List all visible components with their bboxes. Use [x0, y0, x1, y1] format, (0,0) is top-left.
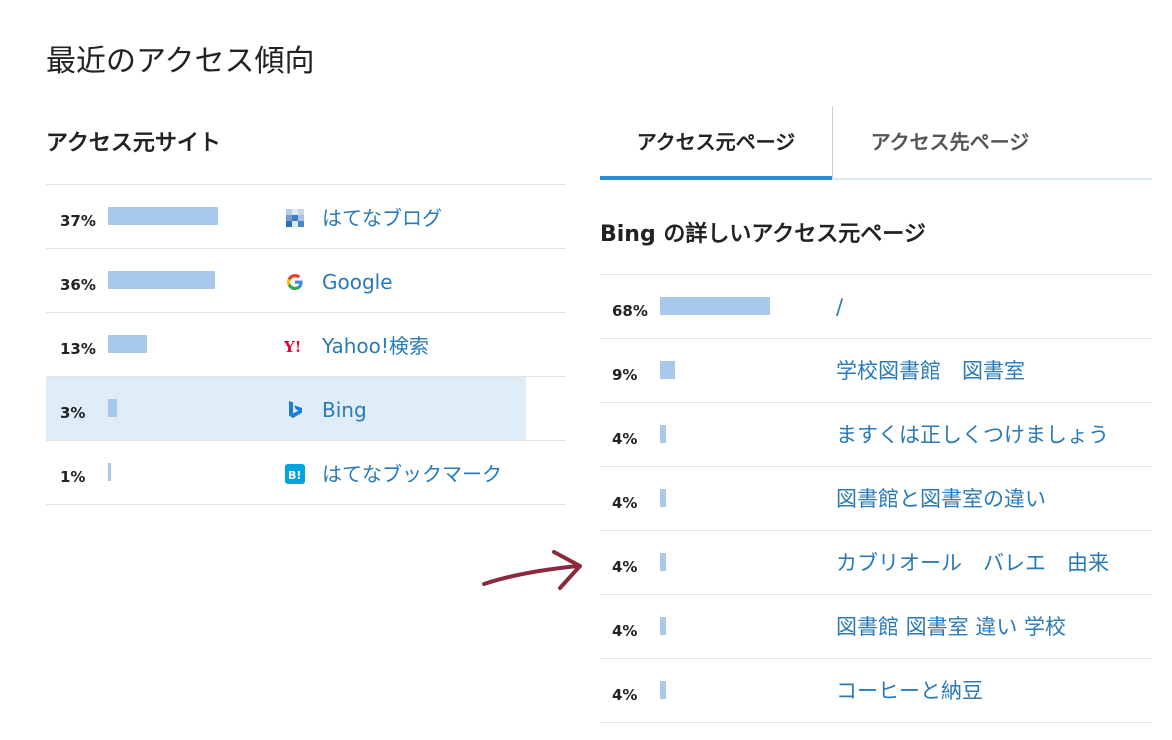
hatena-bookmark-icon: B!	[284, 463, 306, 485]
detail-tabs: アクセス元ページ アクセス先ページ	[600, 106, 1152, 180]
detail-page-link[interactable]: 図書館 図書室 違い 学校	[836, 595, 1066, 659]
detail-row: 9% 学校図書館 図書室	[600, 339, 1152, 403]
detail-percent: 4%	[612, 494, 638, 512]
detail-row: 68% /	[600, 275, 1152, 339]
referrer-percent: 13%	[60, 340, 96, 358]
detail-page-link[interactable]: /	[836, 275, 843, 339]
bing-icon	[284, 399, 306, 421]
detail-page-link[interactable]: 図書館と図書室の違い	[836, 467, 1046, 531]
referrer-row-bing[interactable]: 3% Bing	[46, 377, 566, 441]
referrer-name[interactable]: Bing	[322, 377, 367, 443]
detail-heading: Bing の詳しいアクセス元ページ	[600, 222, 926, 247]
referrer-bar	[108, 463, 268, 481]
referrer-percent: 37%	[60, 212, 96, 230]
detail-percent: 9%	[612, 366, 638, 384]
referrer-bar	[108, 271, 268, 289]
detail-table: 68% / 9% 学校図書館 図書室 4% ますくは正しくつけましょう 4% 図…	[600, 274, 1152, 723]
detail-percent: 4%	[612, 622, 638, 640]
referrer-bar	[108, 335, 268, 353]
detail-bar	[660, 361, 820, 379]
detail-page-link[interactable]: ますくは正しくつけましょう	[836, 403, 1109, 467]
detail-page-link[interactable]: カブリオール バレエ 由来	[836, 531, 1109, 595]
yahoo-icon: Y!	[284, 335, 306, 357]
page-title: 最近のアクセス傾向	[46, 44, 315, 79]
detail-bar	[660, 681, 820, 699]
referrer-name[interactable]: はてなブログ	[322, 185, 442, 251]
detail-percent: 68%	[612, 302, 648, 320]
detail-percent: 4%	[612, 430, 638, 448]
svg-text:Y!: Y!	[284, 338, 301, 356]
detail-row: 4% 図書館 図書室 違い 学校	[600, 595, 1152, 659]
detail-row: 4% ますくは正しくつけましょう	[600, 403, 1152, 467]
tab-divider	[832, 106, 833, 178]
detail-percent: 4%	[612, 686, 638, 704]
referrer-row-hatena-bookmark[interactable]: 1% B! はてなブックマーク	[46, 441, 566, 505]
tab-referrer-pages[interactable]: アクセス元ページ	[600, 106, 832, 180]
detail-bar	[660, 297, 820, 315]
referrer-bar	[108, 399, 268, 417]
google-icon	[284, 271, 306, 293]
svg-text:B!: B!	[288, 469, 301, 482]
referrer-bar	[108, 207, 268, 225]
referrer-percent: 1%	[60, 468, 86, 486]
referrer-row-google[interactable]: 36% Google	[46, 249, 566, 313]
access-trends-page: 最近のアクセス傾向 アクセス元サイト 37% はてなブログ 36% Google…	[0, 0, 1172, 740]
referrer-table: 37% はてなブログ 36% Google 13% Y! Yahoo!検索 3%…	[46, 184, 566, 505]
detail-bar	[660, 425, 820, 443]
annotation-arrow-icon	[482, 550, 582, 590]
detail-page-link[interactable]: 学校図書館 図書室	[836, 339, 1025, 403]
tab-landing-pages[interactable]: アクセス先ページ	[834, 106, 1066, 178]
detail-bar	[660, 553, 820, 571]
referrer-name[interactable]: Google	[322, 249, 393, 315]
referrer-detail-panel: アクセス元ページ アクセス先ページ Bing の詳しいアクセス元ページ 68% …	[600, 106, 1152, 723]
detail-percent: 4%	[612, 558, 638, 576]
detail-page-link[interactable]: コーヒーと納豆	[836, 659, 983, 723]
referrer-sites-heading: アクセス元サイト	[46, 131, 221, 156]
referrer-name[interactable]: Yahoo!検索	[322, 313, 429, 379]
hatena-blog-icon	[284, 207, 306, 229]
detail-row: 4% カブリオール バレエ 由来	[600, 531, 1152, 595]
detail-row: 4% 図書館と図書室の違い	[600, 467, 1152, 531]
referrer-row-yahoo[interactable]: 13% Y! Yahoo!検索	[46, 313, 566, 377]
referrer-sites-panel: アクセス元サイト 37% はてなブログ 36% Google 13% Y! Ya…	[46, 112, 566, 505]
referrer-percent: 36%	[60, 276, 96, 294]
detail-bar	[660, 617, 820, 635]
referrer-percent: 3%	[60, 404, 86, 422]
referrer-name[interactable]: はてなブックマーク	[322, 441, 502, 507]
detail-row: 4% コーヒーと納豆	[600, 659, 1152, 723]
detail-bar	[660, 489, 820, 507]
referrer-row-hatena-blog[interactable]: 37% はてなブログ	[46, 185, 566, 249]
